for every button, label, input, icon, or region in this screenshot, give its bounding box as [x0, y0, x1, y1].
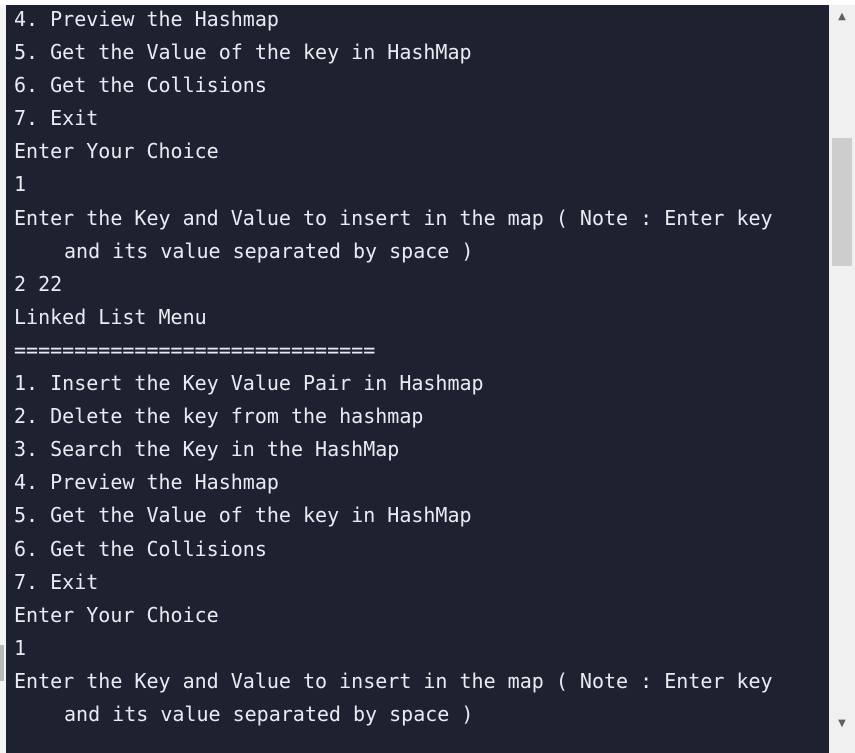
console-lines: 4. Preview the Hashmap 5. Get the Value …	[14, 5, 773, 732]
console-line: 6. Get the Collisions	[14, 536, 267, 561]
console-line: 6. Get the Collisions	[14, 73, 267, 98]
console-window: 4. Preview the Hashmap 5. Get the Value …	[0, 0, 855, 753]
console-line: Enter Your Choice	[14, 602, 219, 627]
console-line: Linked List Menu	[14, 304, 207, 329]
console-line: 1	[14, 172, 27, 197]
console-line: 1	[14, 635, 27, 660]
console-line: 5. Get the Value of the key in HashMap	[14, 503, 472, 528]
console-line: ==============================	[14, 337, 376, 362]
console-line: 1. Insert the Key Value Pair in Hashmap	[14, 371, 484, 396]
console-line: 7. Exit	[14, 106, 99, 131]
scroll-up-icon[interactable]: ▲	[829, 5, 855, 27]
console-line: 3. Search the Key in the HashMap	[14, 437, 400, 462]
console-line: 2 22	[14, 271, 63, 296]
console-line: Enter the Key and Value to insert in the…	[14, 668, 773, 693]
console-line: Enter Your Choice	[14, 139, 219, 164]
console-line: 2. Delete the key from the hashmap	[14, 404, 424, 429]
console-line: 7. Exit	[14, 569, 99, 594]
vertical-scrollbar[interactable]: ▲ ▼	[829, 5, 855, 753]
scrollbar-thumb[interactable]	[832, 138, 852, 266]
left-edge-marker	[0, 645, 4, 681]
console-line-wrapped: and its value separated by space )	[64, 701, 474, 726]
console-line: 5. Get the Value of the key in HashMap	[14, 40, 472, 65]
scroll-down-icon[interactable]: ▼	[829, 712, 855, 734]
console-line: Enter the Key and Value to insert in the…	[14, 205, 773, 230]
console-line-wrapped: and its value separated by space )	[64, 238, 474, 263]
console-line: 4. Preview the Hashmap	[14, 470, 279, 495]
console-line: 4. Preview the Hashmap	[14, 7, 279, 31]
console-output[interactable]: 4. Preview the Hashmap 5. Get the Value …	[6, 5, 829, 753]
